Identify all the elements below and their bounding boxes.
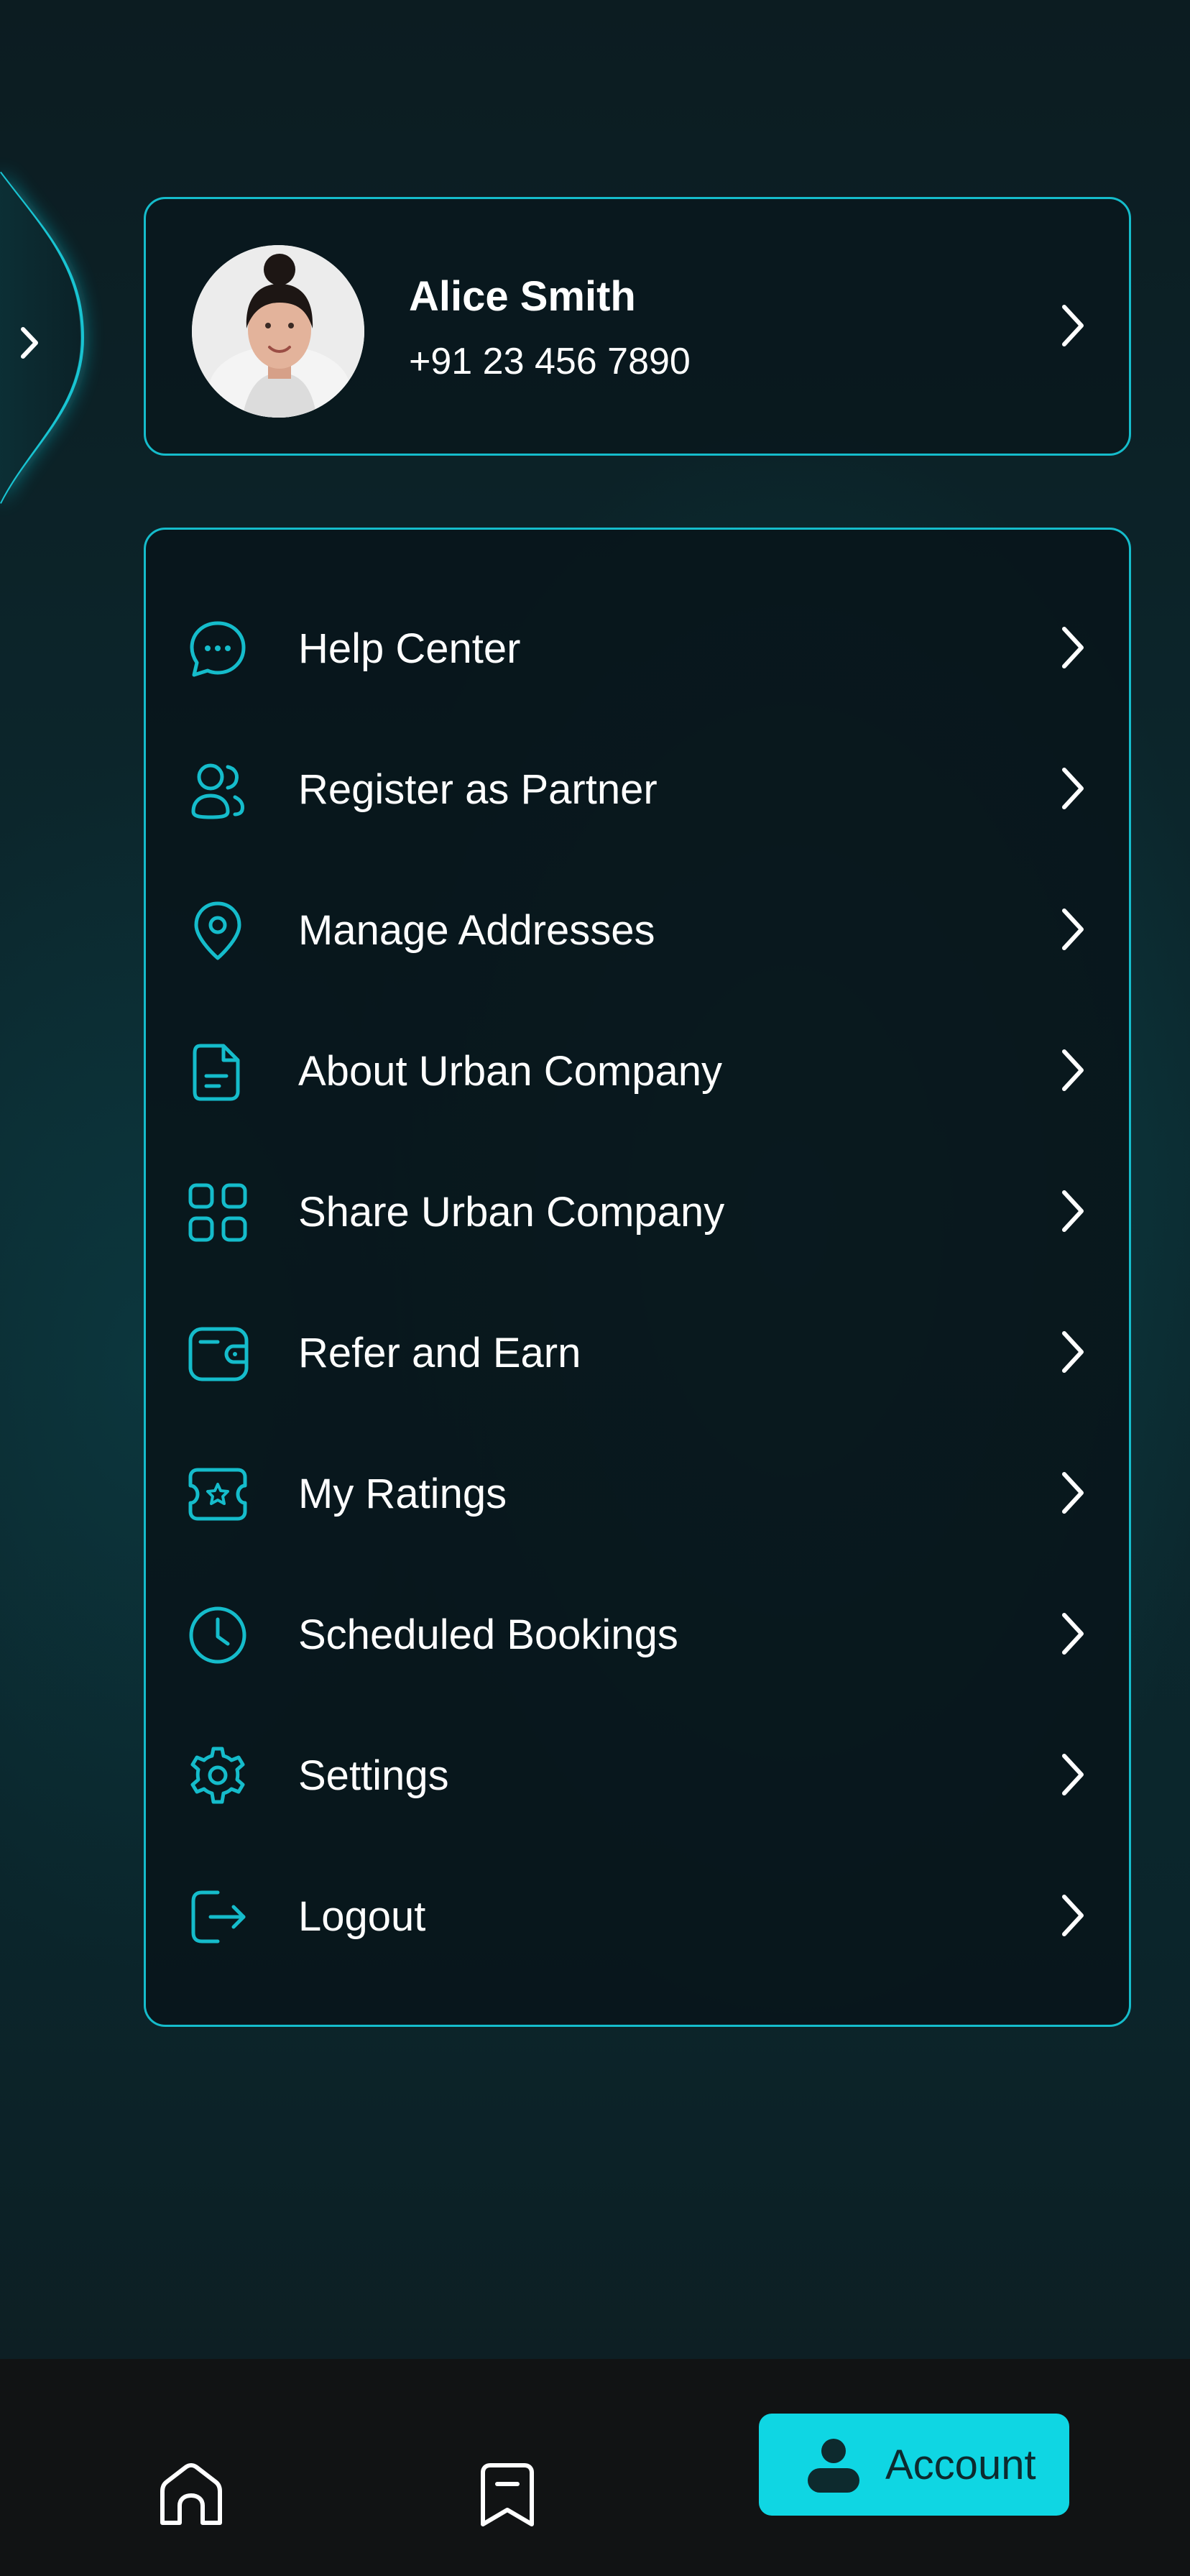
menu-item-label: Help Center — [298, 625, 521, 672]
profile-name: Alice Smith — [409, 273, 636, 320]
menu-item-label: Register as Partner — [298, 766, 658, 813]
menu-item-label: Scheduled Bookings — [298, 1611, 678, 1658]
wallet-icon — [188, 1327, 249, 1381]
bookmark-icon[interactable] — [479, 2461, 536, 2530]
avatar-image — [192, 245, 364, 418]
menu-item-logout[interactable]: Logout — [146, 1845, 1129, 1986]
chevron-right-icon[interactable] — [16, 325, 45, 361]
chevron-right-icon — [1062, 1895, 1084, 1936]
location-pin-icon — [194, 901, 241, 960]
bottom-nav: Account — [0, 2359, 1190, 2576]
menu-item-label: My Ratings — [298, 1471, 507, 1517]
menu-item-label: Settings — [298, 1752, 449, 1799]
menu-item-label: Logout — [298, 1893, 426, 1940]
menu-item-my-ratings[interactable]: My Ratings — [146, 1422, 1129, 1563]
menu-item-about[interactable]: About Urban Company — [146, 1000, 1129, 1141]
chevron-right-icon[interactable] — [1058, 303, 1087, 349]
chevron-right-icon — [1062, 1331, 1084, 1373]
menu-item-share[interactable]: Share Urban Company — [146, 1141, 1129, 1282]
ticket-star-icon — [188, 1468, 247, 1521]
home-icon[interactable] — [157, 2461, 226, 2530]
profile-card[interactable]: Alice Smith +91 23 456 7890 — [144, 197, 1131, 456]
logout-icon — [191, 1890, 246, 1944]
menu-item-register-partner[interactable]: Register as Partner — [146, 718, 1129, 859]
side-drawer-handle[interactable] — [0, 0, 144, 546]
menu-item-label: Refer and Earn — [298, 1330, 581, 1376]
gear-icon — [190, 1747, 245, 1804]
grid-icon — [188, 1183, 247, 1242]
chat-bubble-icon — [190, 621, 246, 677]
users-icon — [191, 763, 244, 819]
document-icon — [193, 1044, 240, 1101]
menu-item-label: Manage Addresses — [298, 907, 655, 954]
menu-item-refer-earn[interactable]: Refer and Earn — [146, 1282, 1129, 1422]
chevron-right-icon — [1062, 1754, 1084, 1795]
account-tab[interactable]: Account — [759, 2414, 1069, 2516]
avatar — [192, 245, 364, 418]
account-tab-label: Account — [885, 2442, 1036, 2488]
chevron-right-icon — [1062, 1190, 1084, 1232]
menu-item-help-center[interactable]: Help Center — [146, 577, 1129, 718]
menu-card: Help Center Register as Partner Manage A… — [144, 528, 1131, 2027]
profile-phone: +91 23 456 7890 — [409, 341, 691, 382]
menu-item-label: About Urban Company — [298, 1048, 722, 1095]
chevron-right-icon — [1062, 1613, 1084, 1655]
chevron-right-icon — [1062, 1049, 1084, 1091]
chevron-right-icon — [1062, 1472, 1084, 1514]
clock-icon — [189, 1606, 246, 1664]
chevron-right-icon — [1062, 627, 1084, 668]
chevron-right-icon — [1062, 768, 1084, 809]
account-icon — [808, 2439, 859, 2493]
menu-item-label: Share Urban Company — [298, 1189, 725, 1236]
chevron-right-icon — [1062, 908, 1084, 950]
menu-item-scheduled-bookings[interactable]: Scheduled Bookings — [146, 1563, 1129, 1704]
menu-item-settings[interactable]: Settings — [146, 1704, 1129, 1845]
menu-item-manage-addresses[interactable]: Manage Addresses — [146, 859, 1129, 1000]
